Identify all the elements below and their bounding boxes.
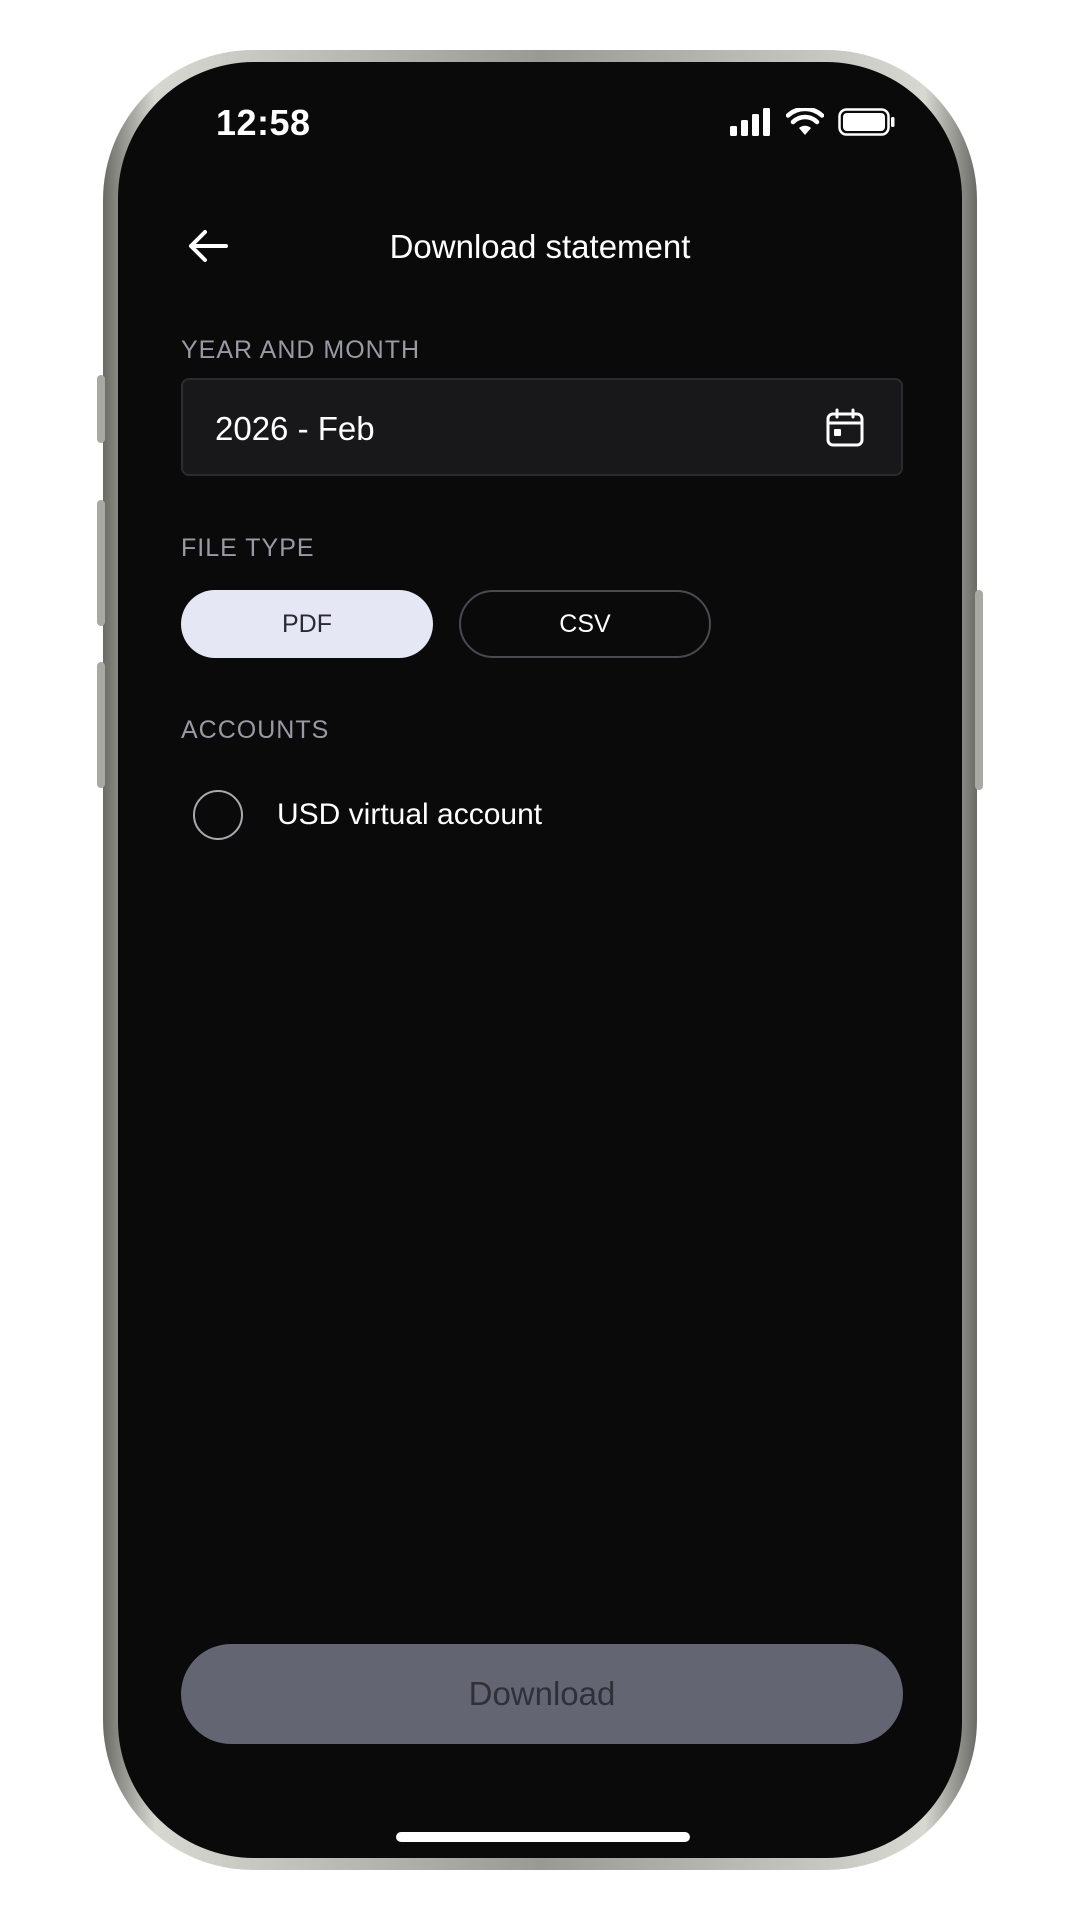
year-month-picker[interactable]: 2026 - Feb bbox=[181, 378, 903, 476]
file-type-pdf-chip[interactable]: PDF bbox=[181, 590, 433, 658]
screen-header: Download statement bbox=[118, 212, 962, 282]
status-icons bbox=[730, 108, 896, 136]
download-button[interactable]: Download bbox=[181, 1644, 903, 1744]
file-type-csv-chip[interactable]: CSV bbox=[459, 590, 711, 658]
home-indicator[interactable] bbox=[396, 1832, 690, 1842]
battery-icon bbox=[838, 108, 895, 136]
calendar-button[interactable] bbox=[825, 408, 865, 448]
page-title: Download statement bbox=[389, 228, 691, 265]
app-screen: 12:58 Download statement YEAR AND MONTH bbox=[118, 62, 962, 1858]
accounts-label: ACCOUNTS bbox=[181, 716, 330, 744]
account-radio-button[interactable] bbox=[193, 790, 243, 840]
year-month-label: YEAR AND MONTH bbox=[181, 336, 421, 364]
status-time: 12:58 bbox=[216, 102, 311, 143]
file-type-label: FILE TYPE bbox=[181, 534, 315, 562]
phone-mute-switch bbox=[97, 375, 105, 443]
account-option-usd[interactable]: USD virtual account bbox=[193, 788, 542, 842]
year-month-value: 2026 - Feb bbox=[215, 410, 375, 447]
cellular-signal-icon bbox=[730, 108, 770, 136]
phone-volume-up bbox=[97, 500, 105, 626]
wifi-icon bbox=[786, 108, 824, 135]
calendar-icon bbox=[826, 408, 864, 447]
phone-volume-down bbox=[97, 662, 105, 788]
phone-power-button bbox=[975, 590, 983, 790]
account-option-label: USD virtual account bbox=[277, 798, 543, 831]
